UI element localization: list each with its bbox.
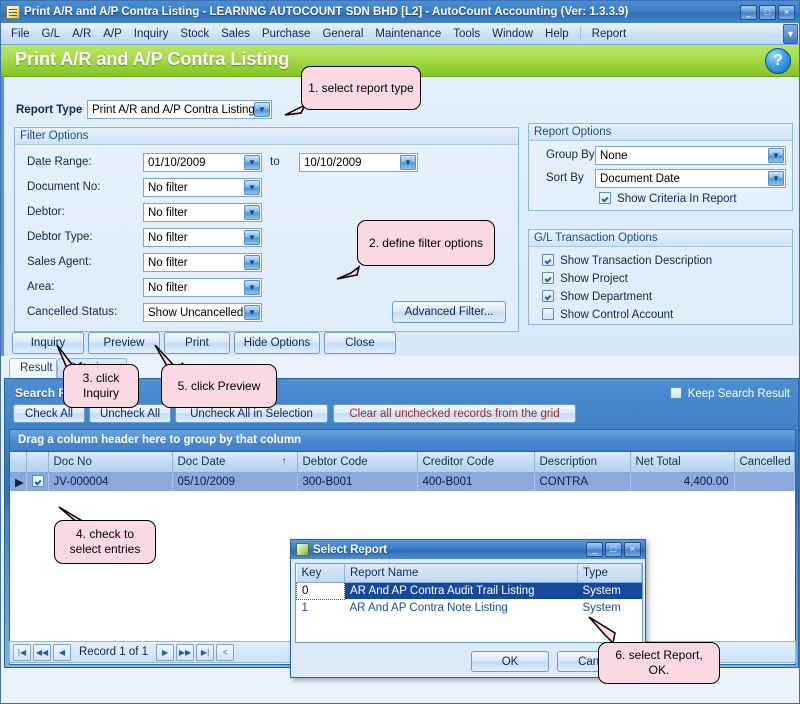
callout-4: 4. check to select entries — [54, 520, 156, 564]
callout-5: 5. click Preview — [161, 364, 277, 408]
callout-3: 3. click Inquiry — [63, 364, 139, 408]
callout-1: 1. select report type — [301, 66, 421, 110]
callout-6: 6. select Report, OK. — [598, 642, 720, 684]
callout-2: 2. define filter options — [357, 220, 495, 266]
application-window: Print A/R and A/P Contra Listing - LEARN… — [0, 0, 800, 704]
